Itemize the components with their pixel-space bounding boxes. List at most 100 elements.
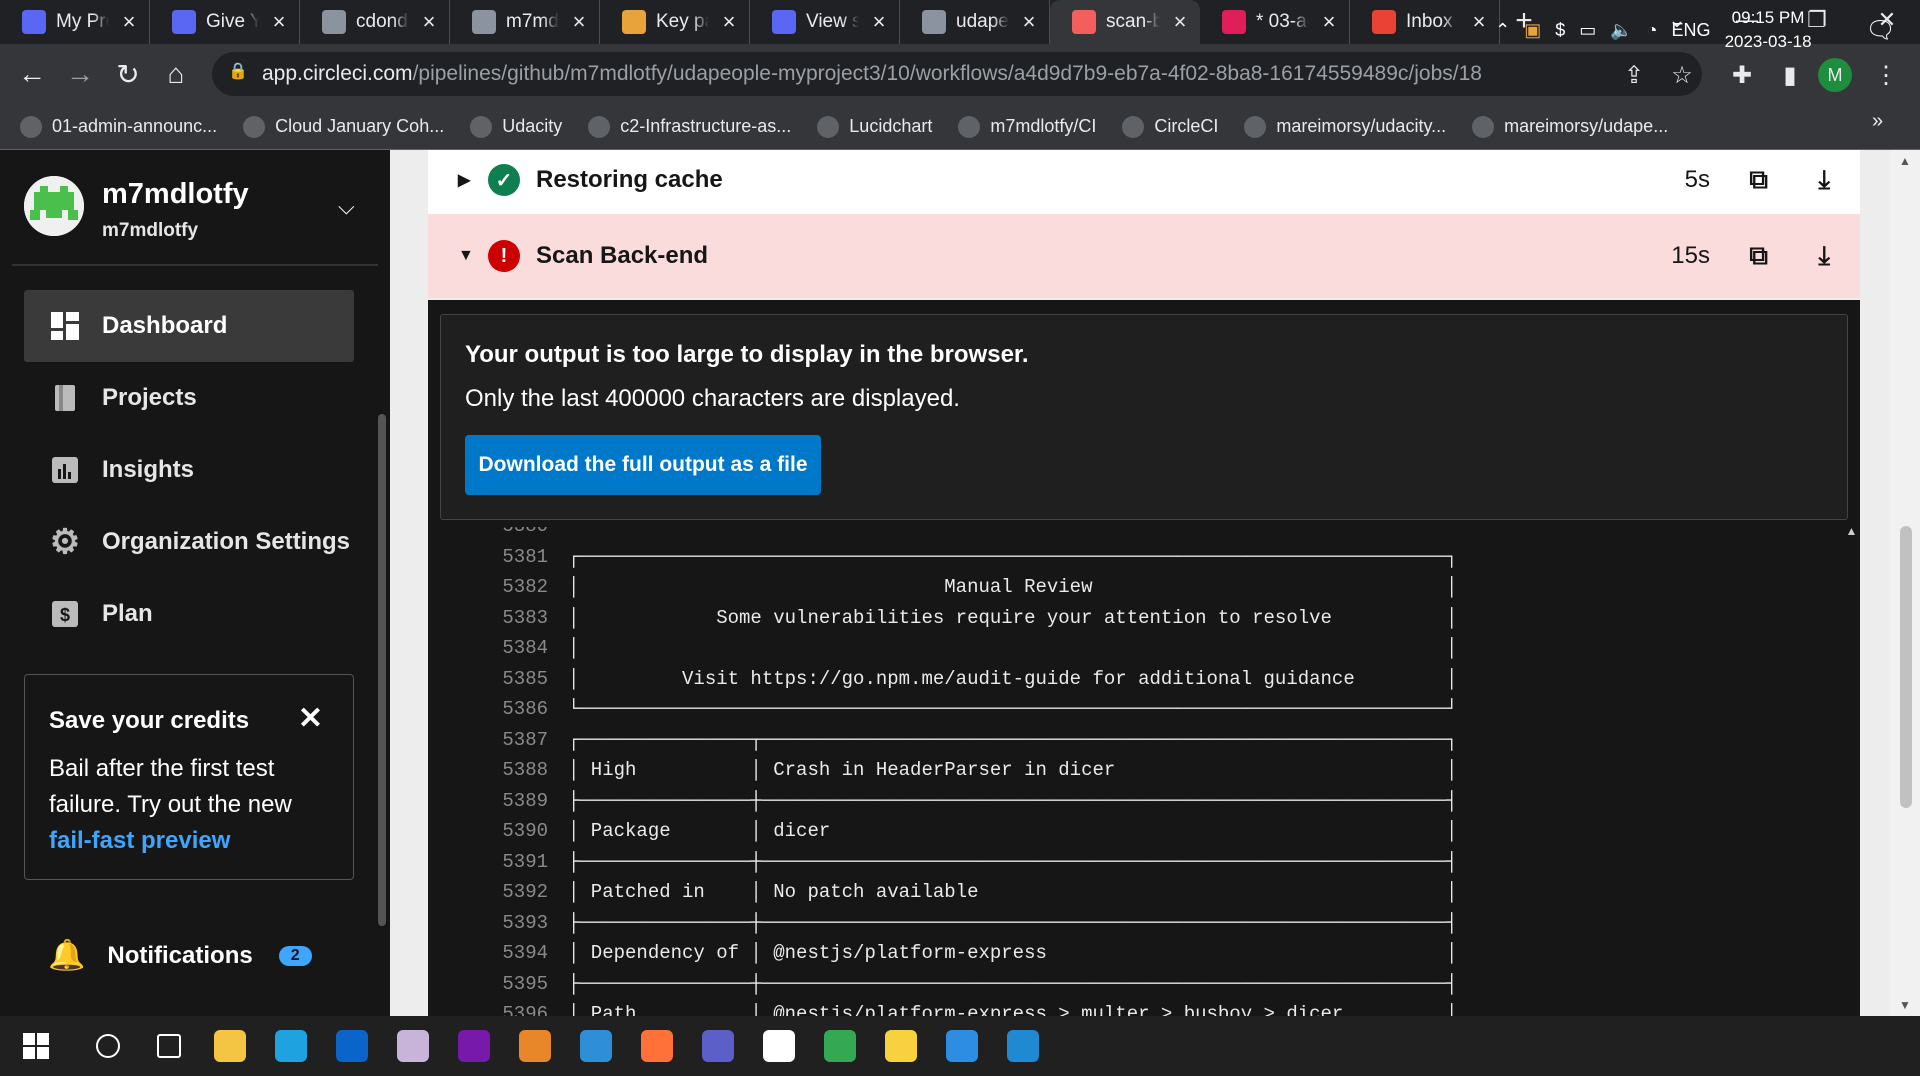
sticky-notes-icon[interactable] xyxy=(877,1022,925,1070)
bookmark-item[interactable]: mareimorsy/udacity... xyxy=(1244,115,1446,138)
fail-fast-preview-link[interactable]: fail-fast preview xyxy=(49,827,230,854)
bookmark-item[interactable]: 01-admin-announc... xyxy=(20,115,217,138)
outlook-icon[interactable] xyxy=(328,1022,376,1070)
bookmark-item[interactable]: Cloud January Coh... xyxy=(243,115,444,138)
sidebar-item-insights[interactable]: Insights xyxy=(24,434,354,506)
log-scrollbar[interactable]: ▲ xyxy=(1843,520,1860,1016)
page-scrollbar[interactable]: ▲ ▼ xyxy=(1890,150,1920,1016)
browser-tab[interactable]: Key pa × xyxy=(600,0,750,44)
battery-icon[interactable]: ▭ xyxy=(1579,20,1596,41)
wifi-icon[interactable]: ◔ xyxy=(1647,20,1658,41)
browser-tab[interactable]: * 03-ac × xyxy=(1200,0,1350,44)
file-explorer-icon[interactable] xyxy=(206,1022,254,1070)
scroll-up-arrow-icon[interactable]: ▲ xyxy=(1843,524,1860,538)
teams-icon[interactable] xyxy=(694,1022,742,1070)
onenote-icon[interactable] xyxy=(450,1022,498,1070)
task-view-icon[interactable] xyxy=(145,1022,193,1070)
close-tab-icon[interactable]: × xyxy=(1469,9,1489,35)
scroll-down-arrow-icon[interactable]: ▼ xyxy=(1899,998,1911,1012)
tray-chevron-icon[interactable]: ⌃ xyxy=(1495,20,1510,41)
org-switcher[interactable]: m7mdlotfy m7mdlotfy ⌵ xyxy=(24,176,364,246)
share-icon[interactable]: ⇪ xyxy=(1614,56,1654,96)
close-tab-icon[interactable]: × xyxy=(269,9,289,35)
browser-tab[interactable]: udape × xyxy=(900,0,1050,44)
close-tab-icon[interactable]: × xyxy=(1170,9,1190,35)
back-button[interactable]: ← xyxy=(8,50,56,98)
udacity-icon xyxy=(172,10,196,34)
open-external-icon[interactable]: ⧉ xyxy=(1749,164,1768,196)
bookmarks-more-button[interactable]: » xyxy=(1872,110,1883,133)
bookmark-star-icon[interactable]: ☆ xyxy=(1662,56,1702,96)
archive-app-icon[interactable] xyxy=(511,1022,559,1070)
browser-tab[interactable]: m7md × xyxy=(450,0,600,44)
line-number: 5392 xyxy=(502,881,548,903)
reload-button[interactable]: ↻ xyxy=(104,50,152,98)
sidebar-item-plan[interactable]: $ Plan xyxy=(24,578,354,650)
side-panel-icon[interactable]: ▮ xyxy=(1770,56,1810,96)
log-line: 5380 xyxy=(428,527,1848,541)
bookmark-item[interactable]: CircleCI xyxy=(1122,115,1218,138)
scroll-up-arrow-icon[interactable]: ▲ xyxy=(1899,154,1911,168)
download-full-output-button[interactable]: Download the full output as a file xyxy=(465,435,821,495)
sidebar: m7mdlotfy m7mdlotfy ⌵ Dashboard Projects… xyxy=(0,150,390,1016)
volume-icon[interactable]: 🔈 xyxy=(1610,20,1632,41)
browser-tab[interactable]: My Pro × xyxy=(0,0,150,44)
system-clock[interactable]: 09:15 PM 2023-03-18 xyxy=(1725,6,1812,54)
close-tab-icon[interactable]: × xyxy=(1019,9,1039,35)
close-tab-icon[interactable]: × xyxy=(569,9,589,35)
sidebar-item-dashboard[interactable]: Dashboard xyxy=(24,290,354,362)
step-scan-back-end[interactable]: ▼ ! Scan Back-end 15s ⧉ ⤓ xyxy=(428,214,1860,298)
vscode-icon[interactable] xyxy=(999,1022,1047,1070)
browser-tab[interactable]: View su × xyxy=(750,0,900,44)
tray-security-icon[interactable]: ▣ xyxy=(1524,20,1541,41)
address-bar[interactable]: 🔒 app.circleci.com/pipelines/github/m7md… xyxy=(212,52,1702,96)
log-output[interactable]: 5380 5381 ┌───────────────────────────────… xyxy=(428,527,1848,1016)
forward-button[interactable]: → xyxy=(56,50,104,98)
browser-tab[interactable]: scan-b × xyxy=(1050,0,1200,44)
close-tab-icon[interactable]: × xyxy=(419,9,439,35)
close-icon[interactable]: ✕ xyxy=(298,701,323,737)
open-external-icon[interactable]: ⧉ xyxy=(1749,240,1768,272)
browser-menu-icon[interactable]: ⋮ xyxy=(1866,56,1906,96)
snipping-tool-icon[interactable] xyxy=(572,1022,620,1070)
bookmark-item[interactable]: m7mdlotfy/CI xyxy=(958,115,1096,138)
tray-dollar-icon[interactable]: $ xyxy=(1555,20,1565,41)
sidebar-scrollbar[interactable] xyxy=(378,414,386,926)
close-tab-icon[interactable]: × xyxy=(1319,9,1339,35)
download-icon[interactable]: ⤓ xyxy=(1819,164,1831,196)
clock-time: 09:15 PM xyxy=(1731,8,1805,27)
sidebar-item-notifications[interactable]: 🔔 Notifications 2 xyxy=(48,938,312,973)
sidebar-item-projects[interactable]: Projects xyxy=(24,362,354,434)
browser-tab[interactable]: Inbox (× xyxy=(1350,0,1500,44)
promo-title: Save your credits xyxy=(49,707,250,734)
windows-start-icon[interactable] xyxy=(12,1022,60,1070)
bookmark-item[interactable]: mareimorsy/udape... xyxy=(1472,115,1668,138)
job-steps-panel: ▶ ✓ Restoring cache 5s ⧉ ⤓ ▼ ! Scan Back… xyxy=(390,150,1920,1016)
chrome-icon[interactable] xyxy=(816,1022,864,1070)
remote-desktop-icon[interactable] xyxy=(755,1022,803,1070)
close-tab-icon[interactable]: × xyxy=(719,9,739,35)
home-button[interactable]: ⌂ xyxy=(152,50,200,98)
paint-icon[interactable] xyxy=(389,1022,437,1070)
notification-center-icon[interactable]: 🗨 xyxy=(1866,16,1896,45)
browser-tab[interactable]: Give Yo × xyxy=(150,0,300,44)
profile-avatar[interactable]: M xyxy=(1818,58,1852,92)
close-tab-icon[interactable]: × xyxy=(869,9,889,35)
sidebar-item-organization-settings[interactable]: ⚙ Organization Settings xyxy=(24,506,354,578)
url-host: app.circleci.com xyxy=(262,62,413,85)
bookmark-item[interactable]: Lucidchart xyxy=(817,115,932,138)
bookmark-item[interactable]: Udacity xyxy=(470,115,562,138)
notice-title: Your output is too large to display in t… xyxy=(465,341,1029,368)
step-restoring-cache[interactable]: ▶ ✓ Restoring cache 5s ⧉ ⤓ xyxy=(428,150,1860,222)
bookmark-item[interactable]: c2-Infrastructure-as... xyxy=(588,115,791,138)
page-scrollbar-thumb[interactable] xyxy=(1900,526,1912,808)
search-icon[interactable] xyxy=(84,1022,132,1070)
media-player-icon[interactable] xyxy=(938,1022,986,1070)
edge-icon[interactable] xyxy=(267,1022,315,1070)
extensions-icon[interactable]: ✚ xyxy=(1722,56,1762,96)
close-tab-icon[interactable]: × xyxy=(119,9,139,35)
language-indicator[interactable]: ENG xyxy=(1672,20,1711,41)
browser-tab[interactable]: cdond × xyxy=(300,0,450,44)
download-icon[interactable]: ⤓ xyxy=(1819,240,1831,272)
firefox-icon[interactable] xyxy=(633,1022,681,1070)
